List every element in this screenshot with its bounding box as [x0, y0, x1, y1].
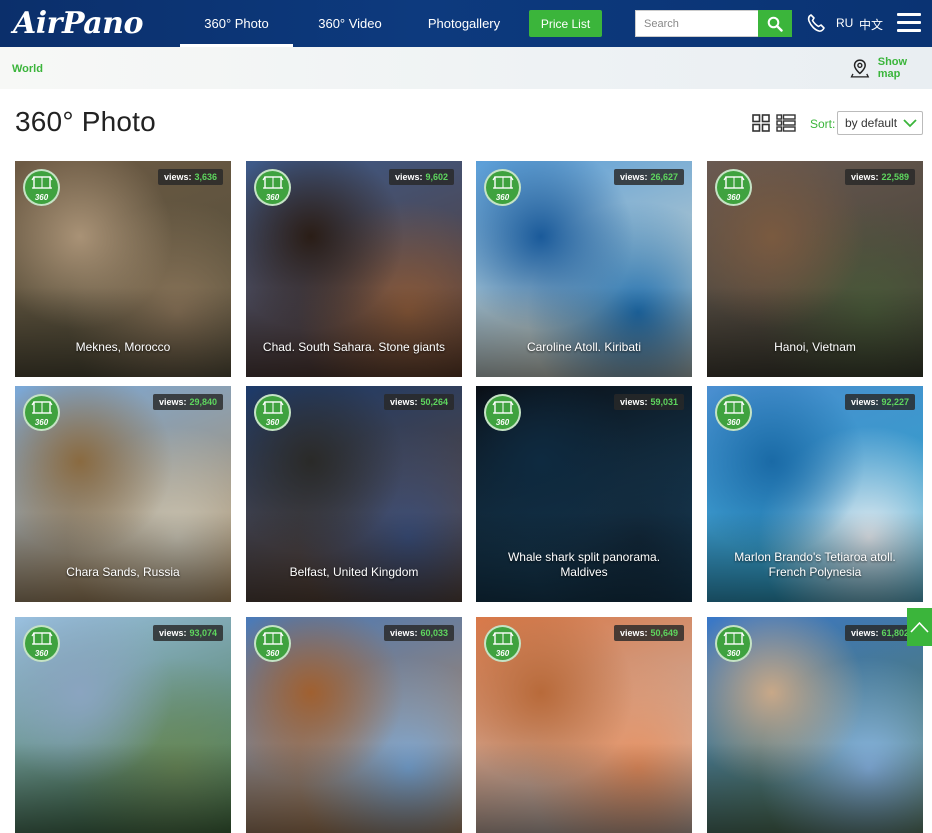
language-ru[interactable]: RU	[836, 16, 853, 30]
panorama-title: Caroline Atoll. Kiribati	[526, 340, 642, 354]
views-count: 59,031	[650, 397, 678, 407]
chevron-up-icon	[910, 621, 929, 633]
badge-360-icon: 360	[23, 625, 60, 662]
panorama-card[interactable]: 360 views: 3,636 Meknes, Morocco	[15, 161, 231, 377]
search-button[interactable]	[758, 10, 792, 37]
views-badge: views: 60,033	[383, 625, 454, 641]
views-count: 29,840	[189, 397, 217, 407]
panorama-title: Whale shark split panorama. Maldives	[507, 550, 661, 579]
views-label: views:	[158, 628, 187, 638]
panorama-title: Belfast, United Kingdom	[289, 565, 419, 579]
views-badge: views: 93,074	[152, 625, 223, 641]
scroll-to-top-button[interactable]	[907, 608, 932, 646]
main-nav: 360° Photo 360° Video Photogallery	[180, 0, 521, 47]
badge-360-icon: 360	[254, 625, 291, 662]
chevron-down-icon	[903, 119, 917, 128]
panorama-title: Marlon Brando's Tetiaroa atoll. French P…	[734, 550, 896, 579]
badge-360-icon: 360	[254, 394, 291, 431]
views-count: 9,602	[425, 172, 448, 182]
sort-value: by default	[845, 116, 898, 130]
nav-photogallery[interactable]: Photogallery	[407, 0, 521, 47]
list-view-icon[interactable]	[776, 114, 796, 132]
panorama-card[interactable]: 360 views: 93,074	[15, 617, 231, 833]
menu-icon[interactable]	[897, 13, 921, 33]
views-label: views:	[619, 172, 648, 182]
panorama-card[interactable]: 360 views: 92,227 Marlon Brando's Tetiaroa …	[707, 386, 923, 602]
grid-view-icon[interactable]	[752, 114, 770, 132]
panorama-card[interactable]: 360 views: 26,627 Caroline Atoll. Kiribati	[476, 161, 692, 377]
price-list-button[interactable]: Price List	[529, 10, 602, 37]
panorama-title: Chara Sands, Russia	[66, 565, 180, 579]
phone-icon[interactable]	[806, 13, 826, 33]
sort-label: Sort:	[810, 117, 836, 131]
badge-360-icon: 360	[715, 169, 752, 206]
show-map-label: Show map	[877, 56, 908, 80]
panorama-card[interactable]: 360 views: 59,031 Whale shark split panoram…	[476, 386, 692, 602]
views-label: views:	[394, 172, 423, 182]
panorama-card[interactable]: 360 views: 22,589 Hanoi, Vietnam	[707, 161, 923, 377]
views-count: 26,627	[650, 172, 678, 182]
views-count: 92,227	[881, 397, 909, 407]
panorama-title: Meknes, Morocco	[75, 340, 171, 354]
views-badge: views: 50,264	[383, 394, 454, 410]
panorama-title: Hanoi, Vietnam	[774, 340, 856, 354]
search-input[interactable]	[635, 10, 758, 37]
views-label: views:	[619, 628, 648, 638]
breadcrumb-world[interactable]: World	[12, 63, 43, 75]
sort-select[interactable]: by default	[837, 111, 923, 135]
views-label: views:	[850, 628, 879, 638]
views-badge: views: 50,649	[613, 625, 684, 641]
badge-360-icon: 360	[715, 625, 752, 662]
views-badge: views: 59,031	[613, 394, 684, 410]
top-navigation-bar: AirPano 360° Photo 360° Video Photogalle…	[0, 0, 932, 47]
views-badge: views: 22,589	[844, 169, 915, 185]
badge-360-icon: 360	[484, 394, 521, 431]
search-box	[635, 10, 792, 37]
badge-360-icon: 360	[254, 169, 291, 206]
page-title: 360° Photo	[15, 106, 156, 137]
panorama-card[interactable]: 360 views: 60,033	[246, 617, 462, 833]
views-label: views:	[389, 397, 418, 407]
panorama-card[interactable]: 360 views: 50,264 Belfast, United Kingdom	[246, 386, 462, 602]
badge-360-icon: 360	[715, 394, 752, 431]
views-label: views:	[850, 172, 879, 182]
views-badge: views: 92,227	[844, 394, 915, 410]
map-pin-icon	[850, 59, 870, 78]
breadcrumb-bar: World Show map	[0, 47, 932, 89]
search-icon	[767, 16, 783, 32]
nav-360-photo[interactable]: 360° Photo	[180, 0, 293, 47]
panorama-title: Chad. South Sahara. Stone giants	[262, 340, 446, 354]
views-label: views:	[158, 397, 187, 407]
panorama-card[interactable]: 360 views: 9,602 Chad. South Sahara. Stone …	[246, 161, 462, 377]
views-count: 60,033	[420, 628, 448, 638]
views-label: views:	[619, 397, 648, 407]
views-badge: views: 9,602	[388, 169, 454, 185]
views-count: 22,589	[881, 172, 909, 182]
views-count: 61,802	[881, 628, 909, 638]
panorama-card[interactable]: 360 views: 29,840 Chara Sands, Russia	[15, 386, 231, 602]
views-badge: views: 29,840	[152, 394, 223, 410]
views-label: views:	[850, 397, 879, 407]
badge-360-icon: 360	[484, 169, 521, 206]
airpano-logo[interactable]: AirPano	[13, 6, 144, 41]
nav-360-video[interactable]: 360° Video	[293, 0, 407, 47]
panorama-card[interactable]: 360 views: 50,649	[476, 617, 692, 833]
views-badge: views: 26,627	[613, 169, 684, 185]
views-badge: views: 61,802	[844, 625, 915, 641]
show-map-link[interactable]: Show map	[850, 56, 932, 80]
views-count: 50,649	[650, 628, 678, 638]
badge-360-icon: 360	[23, 169, 60, 206]
language-zh[interactable]: 中文	[859, 16, 883, 33]
views-count: 93,074	[189, 628, 217, 638]
badge-360-icon: 360	[484, 625, 521, 662]
views-badge: views: 3,636	[157, 169, 223, 185]
views-label: views:	[163, 172, 192, 182]
views-count: 3,636	[194, 172, 217, 182]
views-count: 50,264	[420, 397, 448, 407]
badge-360-icon: 360	[23, 394, 60, 431]
panorama-card[interactable]: 360 views: 61,802	[707, 617, 923, 833]
views-label: views:	[389, 628, 418, 638]
